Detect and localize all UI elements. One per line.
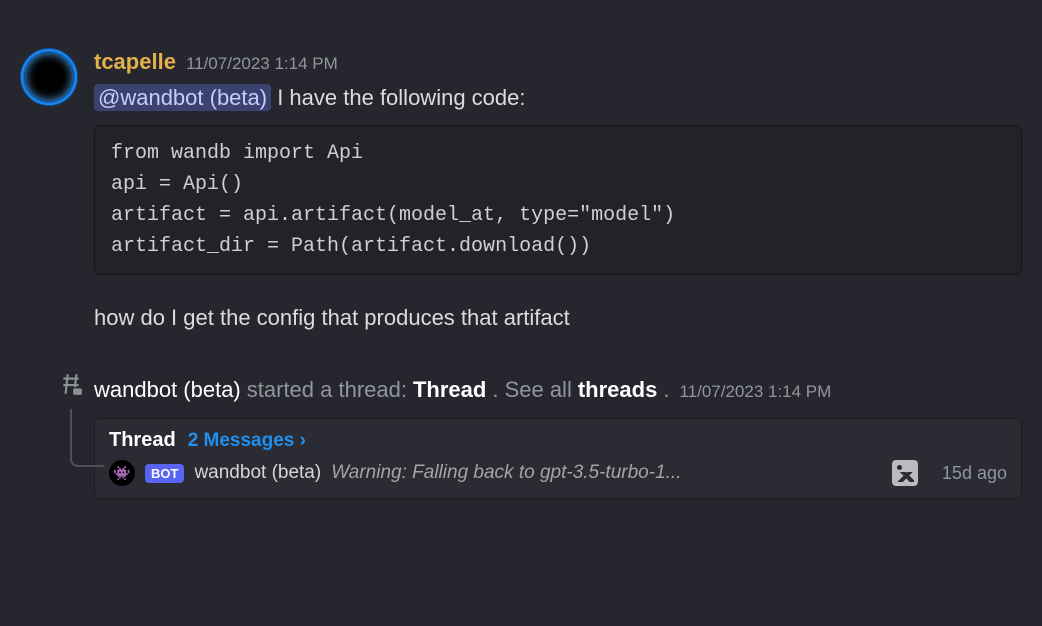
image-attachment-icon bbox=[892, 460, 918, 486]
thread-icon bbox=[58, 371, 84, 404]
thread-spine bbox=[70, 409, 104, 467]
message-text-followup: how do I get the config that produces th… bbox=[94, 305, 1022, 331]
thread-card-snippet: 👾 BOT wandbot (beta) Warning: Falling ba… bbox=[109, 460, 1007, 486]
message: tcapelle 11/07/2023 1:14 PM @wandbot (be… bbox=[0, 40, 1042, 331]
thread-notice-body: wandbot (beta) started a thread: Thread.… bbox=[94, 375, 1022, 499]
gutter bbox=[20, 375, 94, 499]
thread-notice-text: wandbot (beta) started a thread: Thread.… bbox=[94, 375, 1022, 406]
thread-message-count[interactable]: 2 Messages bbox=[188, 430, 306, 452]
thread-notice-mid: . See all bbox=[492, 375, 572, 406]
thread-card-title: Thread bbox=[109, 429, 176, 452]
avatar[interactable] bbox=[20, 48, 78, 106]
message-header: tcapelle 11/07/2023 1:14 PM bbox=[94, 48, 1022, 77]
thread-notice-mid: . bbox=[663, 375, 669, 406]
threads-link[interactable]: threads bbox=[578, 375, 657, 406]
message-timestamp: 11/07/2023 1:14 PM bbox=[186, 53, 338, 75]
thread-name[interactable]: Thread bbox=[413, 375, 486, 406]
author-name[interactable]: tcapelle bbox=[94, 48, 176, 77]
thread-notice: wandbot (beta) started a thread: Thread.… bbox=[0, 355, 1042, 499]
thread-card[interactable]: Thread 2 Messages 👾 BOT wandbot (beta) W… bbox=[94, 418, 1022, 499]
user-mention[interactable]: @wandbot (beta) bbox=[94, 84, 271, 111]
snippet-text: Warning: Falling back to gpt-3.5-turbo-1… bbox=[331, 462, 876, 484]
thread-notice-timestamp: 11/07/2023 1:14 PM bbox=[679, 380, 831, 404]
thread-notice-mid: started a thread: bbox=[247, 375, 407, 406]
snippet-author: wandbot (beta) bbox=[194, 462, 321, 484]
snippet-time: 15d ago bbox=[942, 463, 1007, 484]
message-text-fragment: I have the following code: bbox=[271, 85, 525, 110]
code-block: from wandb import Api api = Api() artifa… bbox=[94, 125, 1022, 275]
message-text: @wandbot (beta) I have the following cod… bbox=[94, 83, 1022, 114]
avatar: 👾 bbox=[109, 460, 135, 486]
thread-card-header: Thread 2 Messages bbox=[109, 429, 1007, 452]
message-body: tcapelle 11/07/2023 1:14 PM @wandbot (be… bbox=[94, 48, 1022, 331]
bot-tag: BOT bbox=[145, 464, 184, 483]
thread-actor[interactable]: wandbot (beta) bbox=[94, 375, 241, 406]
